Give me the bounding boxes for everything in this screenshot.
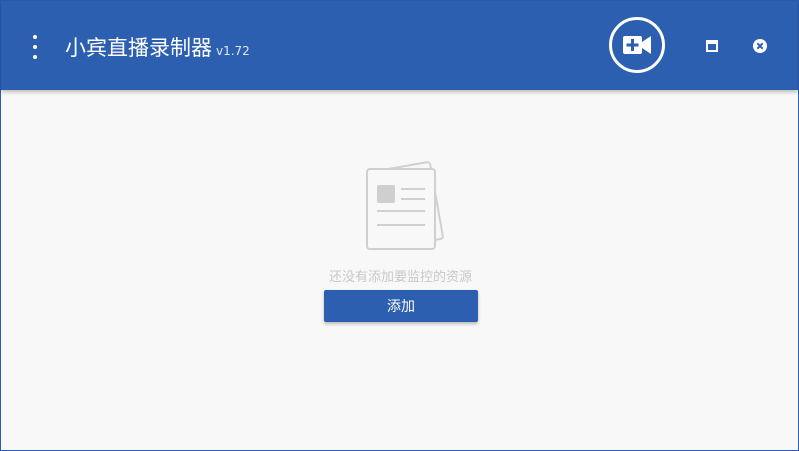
add-recording-button[interactable]: [609, 17, 665, 73]
app-window: 小宾直播录制器 v1.72 还没有添加要监控的资源 添加: [0, 0, 799, 451]
app-title: 小宾直播录制器 v1.72: [65, 34, 250, 65]
maximize-button[interactable]: [701, 35, 723, 57]
add-button[interactable]: 添加: [324, 290, 478, 322]
close-button[interactable]: [749, 35, 771, 57]
document-icon: [366, 161, 444, 250]
video-add-icon: [623, 36, 651, 54]
maximize-icon: [706, 40, 718, 52]
more-vert-icon[interactable]: [25, 35, 45, 59]
app-name: 小宾直播录制器: [65, 36, 212, 60]
app-version: v1.72: [216, 44, 250, 58]
empty-state-message: 还没有添加要监控的资源: [328, 270, 472, 285]
close-circle-icon: [753, 39, 767, 53]
title-bar: 小宾直播录制器 v1.72: [1, 1, 798, 90]
